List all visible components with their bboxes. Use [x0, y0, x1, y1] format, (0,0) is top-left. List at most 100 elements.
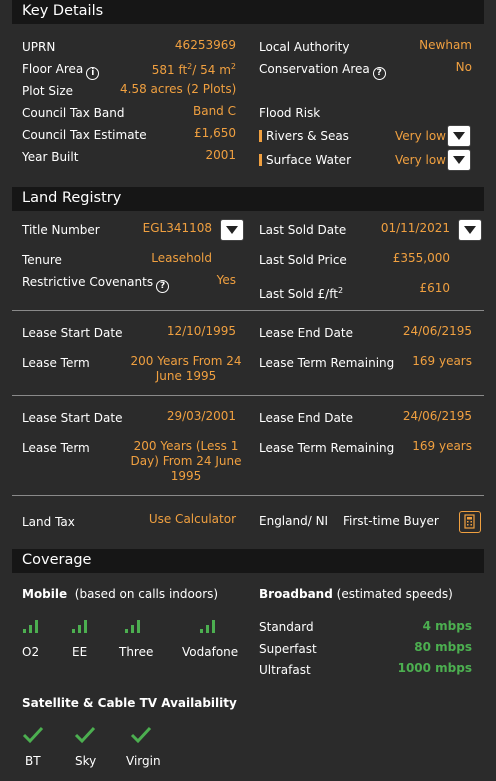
divider	[12, 395, 484, 396]
last-sold-price-label: Last Sold Price	[259, 253, 347, 267]
title-number-value: EGL341108	[142, 221, 212, 235]
tv-availability-heading: Satellite & Cable TV Availability	[22, 696, 237, 710]
coverage-header: Coverage	[12, 549, 484, 573]
chevron-down-icon	[453, 132, 465, 140]
chevron-down-icon	[464, 226, 476, 234]
lease-term-remaining-label: Lease Term Remaining	[259, 441, 395, 455]
surface-water-value: Very low	[395, 153, 446, 167]
check-icon	[22, 726, 44, 744]
tv-virgin: Virgin	[126, 754, 161, 768]
floor-area-label: Floor Area i	[22, 62, 100, 80]
check-icon	[74, 726, 96, 744]
surface-indicator	[259, 154, 262, 166]
signal-icon	[72, 620, 87, 633]
info-icon[interactable]: ?	[372, 67, 386, 80]
broadband-standard-speed: 4 mbps	[422, 619, 472, 633]
rivers-seas-value: Very low	[395, 129, 446, 143]
network-three: Three	[119, 645, 154, 659]
rivers-seas-dropdown[interactable]	[447, 125, 471, 147]
info-icon[interactable]: ?	[156, 280, 170, 293]
chevron-down-icon	[453, 156, 465, 164]
lease-start-label: Lease Start Date	[22, 326, 123, 340]
network-ee: EE	[72, 645, 88, 659]
restrictive-covenants-value: Yes	[216, 273, 236, 287]
lease-term-remaining-label: Lease Term Remaining	[259, 356, 395, 370]
divider	[12, 310, 484, 311]
conservation-area-value: No	[455, 60, 472, 74]
lease-end-label: Lease End Date	[259, 411, 353, 425]
last-sold-date-dropdown[interactable]	[458, 219, 482, 241]
uprn-label: UPRN	[22, 40, 56, 54]
lease-end-value: 24/06/2195	[402, 324, 472, 338]
surface-water-label: Surface Water	[266, 153, 352, 167]
lease-term-remaining-value: 169 years	[412, 354, 472, 368]
conservation-area-label: Conservation Area?	[259, 62, 386, 80]
broadband-standard-label: Standard	[259, 620, 314, 634]
network-vodafone: Vodafone	[182, 645, 239, 659]
info-icon[interactable]: i	[86, 67, 100, 80]
broadband-heading: Broadband (estimated speeds)	[259, 587, 453, 601]
local-authority-label: Local Authority	[259, 40, 350, 54]
flood-risk-label: Flood Risk	[259, 106, 321, 120]
council-tax-band-value: Band C	[192, 104, 236, 118]
last-sold-price-value: £355,000	[392, 251, 450, 265]
key-details-header: Key Details	[12, 0, 484, 24]
use-calculator-link[interactable]: Use Calculator	[130, 512, 236, 527]
last-sold-date-value: 01/11/2021	[380, 221, 450, 235]
local-authority-value: Newham	[419, 38, 472, 52]
england-ni-label: England/ NI	[259, 514, 329, 528]
year-built-label: Year Built	[22, 150, 79, 164]
lease-start-value: 12/10/1995	[166, 324, 236, 338]
network-o2: O2	[22, 645, 40, 659]
land-registry-title: Land Registry	[22, 190, 122, 206]
lease-start-value: 29/03/2001	[166, 409, 236, 423]
tv-bt: BT	[25, 754, 41, 768]
lease-term-value: 200 Years From 24 June 1995	[130, 354, 242, 383]
plot-size-label: Plot Size	[22, 84, 74, 98]
council-tax-band-label: Council Tax Band	[22, 106, 125, 120]
check-icon	[130, 726, 152, 744]
lease-term-remaining-value: 169 years	[412, 439, 472, 453]
broadband-ultrafast-label: Ultrafast	[259, 663, 311, 677]
tenure-label: Tenure	[22, 253, 62, 267]
year-built-value: 2001	[205, 148, 236, 162]
signal-icon	[23, 620, 38, 633]
title-number-label: Title Number	[22, 223, 100, 237]
signal-icon	[200, 620, 215, 633]
last-sold-date-label: Last Sold Date	[259, 223, 347, 237]
land-registry-header: Land Registry	[12, 187, 484, 211]
floor-area-value: 581 ft2/ 54 m2	[151, 62, 236, 77]
chevron-down-icon	[226, 226, 238, 234]
council-tax-estimate-label: Council Tax Estimate	[22, 128, 147, 142]
plot-size-value: 4.58 acres (2 Plots)	[120, 82, 237, 96]
council-tax-estimate-value: £1,650	[194, 126, 236, 140]
rivers-indicator	[259, 130, 262, 142]
uprn-value: 46253969	[174, 38, 236, 52]
rivers-seas-label: Rivers & Seas	[266, 129, 349, 143]
calculator-icon[interactable]	[459, 511, 481, 533]
lease-end-value: 24/06/2195	[402, 409, 472, 423]
lease-start-label: Lease Start Date	[22, 411, 123, 425]
broadband-superfast-label: Superfast	[259, 642, 317, 656]
last-sold-sqft-label: Last Sold £/ft2	[259, 286, 344, 301]
tv-sky: Sky	[75, 754, 97, 768]
property-details-panel: Key Details UPRN 46253969 Floor Area i 58…	[0, 0, 496, 781]
signal-icon	[125, 620, 140, 633]
title-number-dropdown[interactable]	[220, 219, 244, 241]
broadband-ultrafast-speed: 1000 mbps	[397, 661, 472, 675]
lease-term-label: Lease Term	[22, 441, 90, 455]
land-tax-label: Land Tax	[22, 515, 75, 529]
mobile-heading: Mobile (based on calls indoors)	[22, 587, 219, 601]
coverage-title: Coverage	[22, 552, 92, 568]
first-time-buyer-label: First-time Buyer	[343, 514, 439, 528]
key-details-title: Key Details	[22, 3, 104, 19]
restrictive-covenants-label: Restrictive Covenants?	[22, 275, 170, 293]
tenure-value: Leasehold	[151, 251, 212, 265]
lease-end-label: Lease End Date	[259, 326, 353, 340]
last-sold-sqft-value: £610	[419, 281, 450, 295]
lease-term-value: 200 Years (Less 1 Day) From 24 June 1995	[130, 439, 242, 483]
surface-water-dropdown[interactable]	[447, 149, 471, 171]
broadband-superfast-speed: 80 mbps	[414, 640, 472, 654]
lease-term-label: Lease Term	[22, 356, 90, 370]
divider	[12, 495, 484, 496]
